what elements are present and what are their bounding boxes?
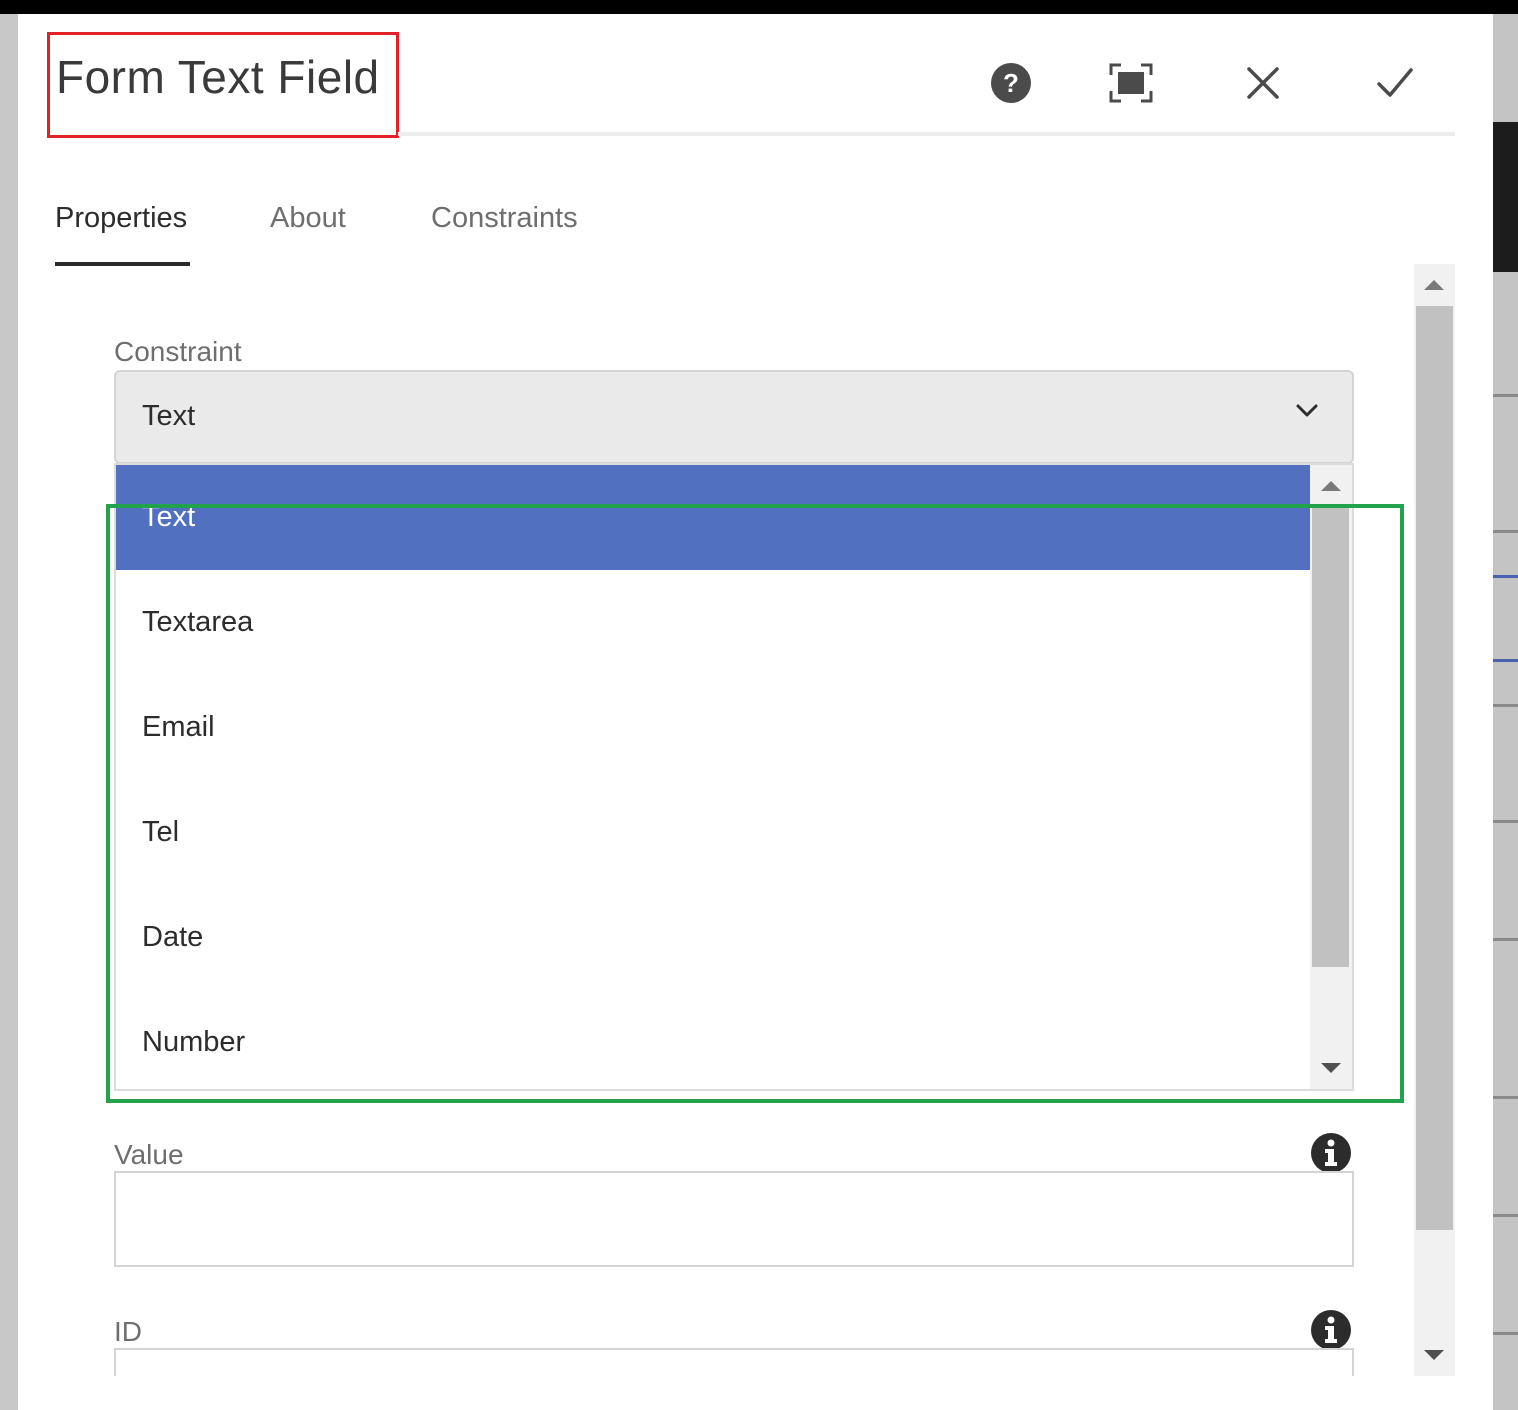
info-icon[interactable]: [1310, 1132, 1352, 1174]
panel-scrollbar[interactable]: [1414, 264, 1455, 1376]
scroll-up-icon[interactable]: [1321, 481, 1341, 491]
options-scrollbar[interactable]: [1310, 465, 1352, 1089]
background-divider: [1493, 530, 1518, 533]
close-button[interactable]: [1238, 58, 1288, 108]
help-circle-icon: ?: [991, 63, 1031, 103]
fullscreen-button[interactable]: [1106, 58, 1156, 108]
option-date[interactable]: Date: [116, 885, 1310, 990]
background-divider: [1493, 1214, 1518, 1217]
value-label: Value: [114, 1139, 184, 1170]
title-highlight-box: [47, 32, 399, 138]
background-divider: [1493, 938, 1518, 941]
option-text[interactable]: Text: [116, 465, 1310, 570]
constraint-selected-value: Text: [142, 400, 196, 432]
background-divider: [1493, 1332, 1518, 1335]
fullscreen-icon: [1109, 63, 1153, 103]
scroll-down-icon[interactable]: [1321, 1063, 1341, 1073]
option-label: Date: [142, 921, 204, 953]
option-label: Text: [142, 501, 196, 533]
background-divider: [1493, 820, 1518, 823]
options-scrollbar-thumb[interactable]: [1312, 507, 1349, 967]
background-divider: [1493, 394, 1518, 397]
tab-properties[interactable]: Properties: [55, 202, 187, 235]
scroll-down-icon[interactable]: [1424, 1350, 1444, 1360]
background-dark-panel: [1493, 122, 1518, 272]
background-divider: [1493, 575, 1518, 578]
close-icon: [1247, 67, 1279, 99]
properties-panel: Constraint Text Text Textarea Email Tel …: [18, 264, 1413, 1376]
top-bar: [0, 0, 1518, 14]
option-label: Textarea: [142, 606, 254, 638]
option-label: Email: [142, 711, 215, 743]
option-tel[interactable]: Tel: [116, 780, 1310, 885]
id-input[interactable]: [114, 1348, 1354, 1376]
info-icon[interactable]: [1310, 1309, 1352, 1351]
done-button[interactable]: [1370, 58, 1420, 108]
value-input[interactable]: [114, 1171, 1354, 1267]
tab-about[interactable]: About: [270, 202, 346, 235]
background-left-strip: [0, 14, 18, 1410]
background-divider: [1493, 704, 1518, 707]
header-separator: [398, 132, 1455, 136]
chevron-down-icon: [1296, 404, 1318, 417]
option-email[interactable]: Email: [116, 675, 1310, 780]
option-label: Number: [142, 1026, 246, 1058]
option-textarea[interactable]: Textarea: [116, 570, 1310, 675]
checkmark-icon: [1377, 68, 1413, 97]
scroll-up-icon[interactable]: [1424, 280, 1444, 290]
id-label: ID: [114, 1316, 142, 1347]
constraint-select[interactable]: Text: [114, 370, 1354, 464]
option-number[interactable]: Number: [116, 990, 1310, 1089]
background-right-strip: [1493, 14, 1518, 1410]
svg-text:?: ?: [1003, 68, 1019, 98]
option-label: Tel: [142, 816, 180, 848]
help-button[interactable]: ?: [986, 58, 1036, 108]
form-text-field-dialog: Form Text Field ? Properties About Const…: [18, 14, 1493, 1410]
constraint-options-list[interactable]: Text Textarea Email Tel Date Number: [114, 463, 1354, 1091]
panel-scrollbar-thumb[interactable]: [1416, 306, 1453, 1230]
background-divider: [1493, 659, 1518, 662]
background-divider: [1493, 1096, 1518, 1099]
constraint-label: Constraint: [114, 336, 242, 367]
tab-constraints[interactable]: Constraints: [431, 202, 578, 235]
